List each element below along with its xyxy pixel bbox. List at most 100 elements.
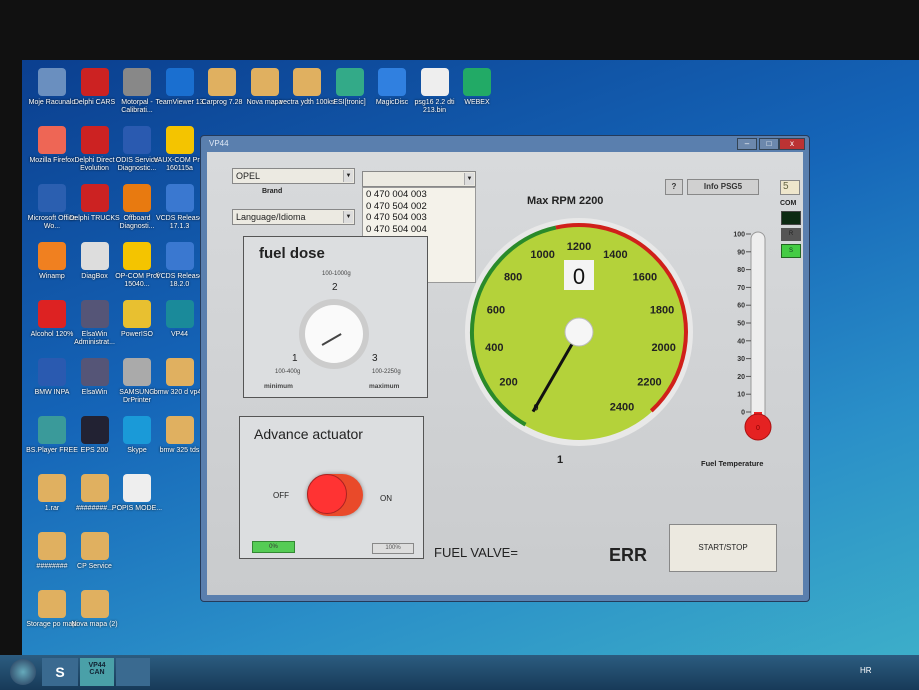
app-icon xyxy=(335,68,364,96)
start-stop-button[interactable]: START/STOP xyxy=(669,524,777,572)
fuel-dose-panel: fuel dose 100-1000g 2 1 3 100-400g 100-2… xyxy=(243,236,428,398)
info-psg5-button[interactable]: Info PSG5 xyxy=(687,179,759,195)
start-button[interactable] xyxy=(10,659,36,685)
taskbar-explorer[interactable] xyxy=(116,658,150,686)
desktop-icon[interactable]: Nova mapa (2) xyxy=(65,590,125,629)
app-icon xyxy=(208,68,236,96)
language-select[interactable]: Language/Idioma ▼ xyxy=(232,209,355,225)
app-icon xyxy=(38,300,66,328)
language-value: Language/Idioma xyxy=(236,212,306,222)
pump-option[interactable]: 0 470 504 002 xyxy=(366,201,472,213)
position-2-label[interactable]: 2 xyxy=(332,282,338,293)
on-label: ON xyxy=(380,494,392,503)
chevron-down-icon: ▼ xyxy=(343,211,353,223)
app-icon xyxy=(80,474,109,502)
app-icon xyxy=(123,68,151,96)
app-icon xyxy=(80,184,109,212)
app-icon xyxy=(250,68,279,96)
fuel-valve-value: ERR xyxy=(609,545,648,565)
com-port-input[interactable]: 5 xyxy=(780,180,800,195)
vp44-window: VP44 – □ x OPEL ▼ Brand Language/Idioma ▼ … xyxy=(200,135,810,602)
chevron-down-icon: ▼ xyxy=(464,173,474,185)
app-icon xyxy=(463,68,491,96)
gauge-tick-label: 1800 xyxy=(650,305,674,317)
app-icon xyxy=(38,590,66,618)
knob-pointer xyxy=(321,333,342,346)
thermo-tick-label: 0 xyxy=(741,410,745,417)
progress-100-indicator: 100% xyxy=(372,543,414,554)
app-icon xyxy=(165,184,194,212)
advance-actuator-panel: Advance actuator OFF ON 0% 100% xyxy=(239,416,424,559)
chevron-down-icon: ▼ xyxy=(343,170,353,182)
fuel-dose-knob[interactable] xyxy=(299,299,369,369)
position-3-label[interactable]: 3 xyxy=(372,353,378,364)
gauge-tick-label: 600 xyxy=(487,305,505,317)
com-label: COM xyxy=(780,200,797,207)
pump-option[interactable]: 0 470 004 003 xyxy=(366,189,472,201)
maximize-button[interactable]: □ xyxy=(759,138,779,150)
app-icon xyxy=(165,416,194,444)
max-rpm-title: Max RPM 2200 xyxy=(527,195,604,207)
fuel-dose-title: fuel dose xyxy=(259,245,325,262)
app-icon xyxy=(80,300,109,328)
fuel-valve-label: FUEL VALVE= xyxy=(434,545,518,560)
progress-0-indicator: 0% xyxy=(252,541,295,553)
app-icon xyxy=(123,416,151,444)
brand-select[interactable]: OPEL ▼ xyxy=(232,168,355,184)
help-button[interactable]: ? xyxy=(665,179,683,195)
desktop-icon-label: CP Service xyxy=(77,563,112,570)
app-icon xyxy=(38,358,66,386)
app-icon xyxy=(80,416,109,444)
app-icon xyxy=(293,68,321,96)
desktop-icon[interactable]: POPIS MODE... xyxy=(107,474,167,513)
gauge-sub-value: 1 xyxy=(557,454,564,466)
app-icon xyxy=(80,126,109,154)
app-icon xyxy=(123,300,151,328)
desktop-icon-label: WEBEX xyxy=(464,99,490,106)
range-3-label: 100-2250g xyxy=(372,369,401,375)
pump-option[interactable]: 0 470 504 004 xyxy=(366,224,472,236)
off-label: OFF xyxy=(273,491,289,500)
app-icon xyxy=(38,126,66,154)
minimize-button[interactable]: – xyxy=(737,138,757,150)
pump-select[interactable]: ▼ xyxy=(362,171,476,187)
bulb-value: 0 xyxy=(756,425,760,432)
app-icon xyxy=(123,184,151,212)
app-icon xyxy=(80,590,109,618)
gauge-tick-label: 1200 xyxy=(567,241,591,253)
app-icon xyxy=(378,68,406,96)
range-2-label: 100-1000g xyxy=(322,271,351,277)
app-icon xyxy=(80,358,109,386)
taskbar-skype[interactable]: S xyxy=(42,658,78,686)
app-icon xyxy=(38,68,66,96)
taskbar-vp44-label: VP44 xyxy=(88,662,106,669)
app-icon xyxy=(165,126,194,154)
desktop-icon[interactable]: WEBEX xyxy=(447,68,507,107)
rpm-gauge: 0 200 400 600 800 1000 1200 1400 1600 1800 2000 220… xyxy=(465,218,693,446)
app-icon xyxy=(123,126,151,154)
app-icon xyxy=(165,300,194,328)
gauge-tick-label: 200 xyxy=(499,376,517,388)
position-1-label[interactable]: 1 xyxy=(292,353,298,364)
desktop-icon[interactable]: CP Service xyxy=(65,532,125,571)
fuel-temperature-label: Fuel Temperature xyxy=(701,459,764,468)
minimum-label: minimum xyxy=(264,383,293,390)
brand-label: Brand xyxy=(262,188,283,195)
app-icon xyxy=(165,68,194,96)
pump-option[interactable]: 0 470 504 003 xyxy=(366,212,472,224)
gauge-tick-label: 1400 xyxy=(603,249,627,261)
actuator-toggle[interactable] xyxy=(307,474,363,516)
close-button[interactable]: x xyxy=(779,138,805,150)
gauge-tick-label: 1600 xyxy=(633,272,657,284)
taskbar-vp44[interactable]: VP44 CAN xyxy=(80,658,114,686)
app-icon xyxy=(80,532,109,560)
app-icon xyxy=(165,358,194,386)
gauge-tick-label: 800 xyxy=(504,272,522,284)
gauge-tick-label: 400 xyxy=(485,342,503,354)
language-indicator[interactable]: HR xyxy=(860,666,872,675)
gauge-tick-label: 1000 xyxy=(530,249,554,261)
thermo-tick-label: 10 xyxy=(737,392,745,399)
needle-hub xyxy=(564,317,594,347)
desktop-icon-label: POPIS MODE... xyxy=(111,505,163,512)
gauge-tick-label: 2400 xyxy=(610,401,634,413)
